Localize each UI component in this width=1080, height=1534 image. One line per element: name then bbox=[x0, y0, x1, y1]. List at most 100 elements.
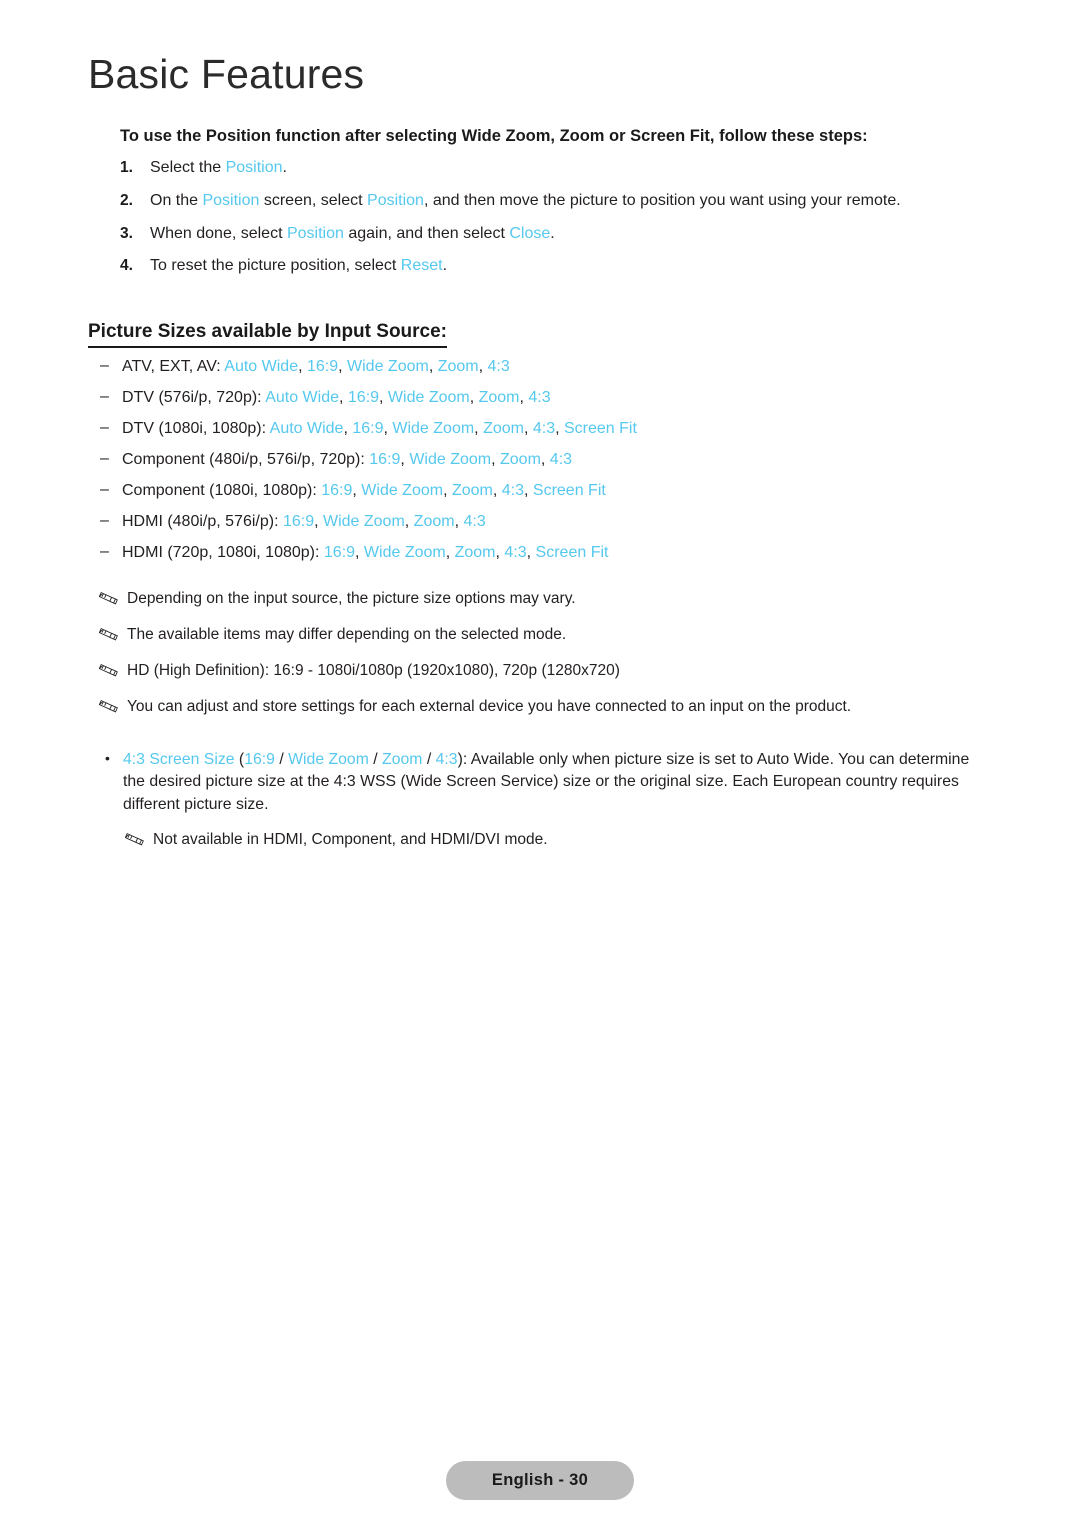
screen-size-text: ( bbox=[234, 751, 245, 768]
step-link[interactable]: Position bbox=[202, 192, 259, 209]
picture-size-link[interactable]: Wide Zoom bbox=[347, 358, 429, 375]
picture-size-text: , bbox=[379, 389, 388, 406]
list-item: – HDMI (480i/p, 576i/p): 16:9, Wide Zoom,… bbox=[100, 512, 980, 532]
step-body: To reset the picture position, select Re… bbox=[150, 257, 447, 274]
picture-size-text: , bbox=[428, 358, 438, 375]
dash-marker-icon: – bbox=[100, 450, 109, 467]
picture-size-link[interactable]: 4:3 bbox=[463, 513, 485, 530]
picture-size-text: , bbox=[352, 482, 362, 499]
picture-size-text: DTV (1080i, 1080p): bbox=[122, 420, 270, 437]
picture-size-text: , bbox=[478, 358, 488, 375]
picture-size-link[interactable]: Wide Zoom bbox=[364, 544, 446, 561]
picture-size-link[interactable]: 4:3 bbox=[528, 389, 550, 406]
picture-size-link[interactable]: Zoom bbox=[483, 420, 524, 437]
picture-size-link[interactable]: Screen Fit bbox=[564, 420, 637, 437]
picture-size-link[interactable]: Screen Fit bbox=[536, 544, 609, 561]
dash-marker-icon: – bbox=[100, 357, 109, 374]
picture-size-text: , bbox=[469, 389, 479, 406]
note-row: Not available in HDMI, Component, and HD… bbox=[124, 830, 983, 850]
picture-size-text: , bbox=[540, 451, 550, 468]
picture-size-text: , bbox=[491, 451, 500, 468]
picture-size-text: , bbox=[355, 544, 364, 561]
picture-size-link[interactable]: Auto Wide bbox=[265, 389, 339, 406]
page-title: Basic Features bbox=[88, 51, 365, 97]
step-link[interactable]: Reset bbox=[401, 257, 443, 274]
dash-marker-icon: – bbox=[100, 512, 109, 529]
step-link[interactable]: Close bbox=[509, 225, 550, 242]
screen-size-bullet-block: • 4:3 Screen Size (16:9 / Wide Zoom / Zo… bbox=[103, 749, 983, 850]
picture-size-link[interactable]: 16:9 bbox=[307, 358, 338, 375]
step-text: Select the bbox=[150, 159, 226, 176]
step-body: When done, select Position again, and th… bbox=[150, 225, 555, 242]
bullet-dot-icon: • bbox=[105, 750, 110, 766]
step-text: On the bbox=[150, 191, 203, 209]
screen-size-text: / bbox=[368, 751, 383, 768]
picture-size-link[interactable]: Wide Zoom bbox=[361, 482, 443, 499]
input-source-entry: HDMI (480i/p, 576i/p): 16:9, Wide Zoom, … bbox=[122, 513, 486, 530]
step-number: 1. bbox=[120, 159, 133, 176]
page-footer: English - 30 bbox=[0, 1461, 1080, 1500]
picture-size-text: , bbox=[523, 420, 533, 437]
picture-size-link[interactable]: Wide Zoom bbox=[409, 451, 491, 468]
note-row: You can adjust and store settings for ea… bbox=[98, 697, 999, 717]
step-link[interactable]: Position bbox=[226, 159, 283, 176]
step-number: 3. bbox=[120, 224, 133, 242]
screen-size-link[interactable]: 16:9 bbox=[244, 751, 275, 768]
picture-size-link[interactable]: Auto Wide bbox=[224, 358, 298, 375]
input-source-entry: DTV (576i/p, 720p): Auto Wide, 16:9, Wid… bbox=[122, 389, 551, 406]
note-row: HD (High Definition): 16:9 - 1080i/1080p… bbox=[98, 661, 999, 681]
picture-size-link[interactable]: 16:9 bbox=[321, 482, 352, 499]
picture-size-link[interactable]: 16:9 bbox=[369, 451, 400, 468]
step-body: On the Position screen, select Position,… bbox=[150, 192, 901, 209]
picture-size-link[interactable]: Zoom bbox=[414, 513, 455, 530]
picture-size-text: Component (1080i, 1080p): bbox=[122, 482, 322, 499]
picture-size-text: , bbox=[314, 513, 323, 530]
picture-size-link[interactable]: 4:3 bbox=[550, 451, 572, 468]
notes-list: Depending on the input source, the pictu… bbox=[98, 589, 999, 734]
picture-size-text: , bbox=[526, 544, 536, 561]
manual-page: Basic Features To use the Position funct… bbox=[0, 0, 1080, 1534]
step-link[interactable]: Position bbox=[287, 225, 344, 242]
pencil-note-icon bbox=[98, 591, 118, 606]
picture-size-link[interactable]: 4:3 bbox=[533, 420, 555, 437]
intro-instruction: To use the Position function after selec… bbox=[120, 127, 868, 145]
picture-size-link[interactable]: 16:9 bbox=[324, 544, 355, 561]
picture-size-link[interactable]: 16:9 bbox=[348, 389, 379, 406]
picture-size-link[interactable]: 4:3 bbox=[502, 482, 524, 499]
input-source-entry: Component (1080i, 1080p): 16:9, Wide Zoo… bbox=[122, 482, 606, 499]
step-text: screen, select bbox=[259, 191, 368, 209]
picture-size-link[interactable]: Wide Zoom bbox=[323, 513, 405, 530]
pencil-note-icon bbox=[98, 663, 118, 678]
picture-size-text: HDMI (720p, 1080i, 1080p): bbox=[122, 544, 324, 561]
numbered-steps-list: 1. Select the Position. 2. On the Position … bbox=[120, 158, 960, 289]
picture-size-link[interactable]: Zoom bbox=[438, 358, 479, 375]
list-item: 1. Select the Position. bbox=[120, 158, 960, 179]
picture-size-text: Component (480i/p, 576i/p, 720p): bbox=[122, 451, 370, 468]
picture-size-text: DTV (576i/p, 720p): bbox=[122, 389, 266, 406]
picture-size-link[interactable]: Zoom bbox=[500, 451, 541, 468]
picture-size-text: , bbox=[400, 451, 410, 468]
picture-size-link[interactable]: Zoom bbox=[455, 544, 496, 561]
note-text: HD (High Definition): 16:9 - 1080i/1080p… bbox=[127, 662, 620, 680]
step-link[interactable]: Position bbox=[367, 192, 424, 209]
screen-size-link[interactable]: Zoom bbox=[382, 751, 422, 768]
picture-size-link[interactable]: 16:9 bbox=[283, 513, 314, 530]
screen-size-link[interactable]: 4:3 Screen Size bbox=[123, 751, 235, 768]
screen-size-link[interactable]: Wide Zoom bbox=[288, 751, 369, 768]
picture-size-link[interactable]: 4:3 bbox=[488, 358, 510, 375]
picture-size-link[interactable]: Auto Wide bbox=[270, 420, 344, 437]
picture-size-link[interactable]: Zoom bbox=[452, 482, 493, 499]
picture-size-link[interactable]: Wide Zoom bbox=[392, 420, 474, 437]
picture-size-link[interactable]: Wide Zoom bbox=[388, 389, 470, 406]
picture-size-link[interactable]: 4:3 bbox=[504, 544, 526, 561]
dash-marker-icon: – bbox=[100, 388, 109, 405]
list-item: – ATV, EXT, AV: Auto Wide, 16:9, Wide Zoo… bbox=[100, 357, 980, 377]
screen-size-link[interactable]: 4:3 bbox=[436, 751, 458, 768]
picture-size-link[interactable]: Zoom bbox=[479, 389, 520, 406]
section-heading-picture-sizes: Picture Sizes available by Input Source: bbox=[88, 321, 448, 348]
step-text: , and then move the picture to position … bbox=[423, 191, 901, 209]
picture-size-link[interactable]: Screen Fit bbox=[533, 482, 606, 499]
picture-size-link[interactable]: 16:9 bbox=[352, 420, 383, 437]
note-text: You can adjust and store settings for ea… bbox=[127, 698, 852, 716]
step-number: 2. bbox=[120, 191, 133, 209]
